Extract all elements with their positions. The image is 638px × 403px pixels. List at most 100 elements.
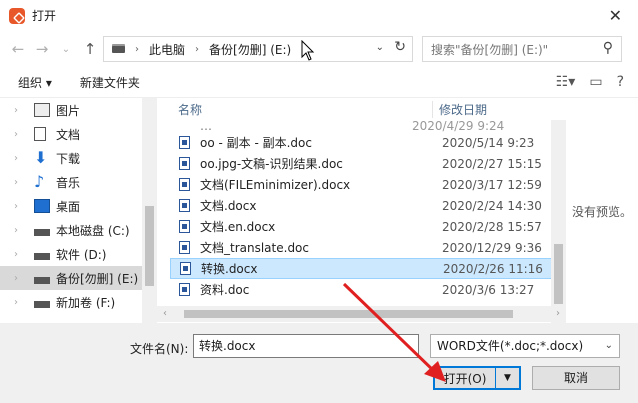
- sidebar-item-pictures[interactable]: › 图片: [0, 98, 157, 122]
- file-row[interactable]: 文档(FILEminimizer).docx 2020/3/17 12:59: [170, 174, 566, 195]
- chevron-right-icon[interactable]: ›: [14, 129, 28, 140]
- organize-button[interactable]: 组织 ▾: [18, 74, 52, 91]
- search-input[interactable]: 搜索"备份[勿删] (E:)" ⚲: [422, 36, 622, 62]
- close-icon[interactable]: ✕: [609, 6, 622, 25]
- sidebar-scrollbar[interactable]: [142, 98, 157, 323]
- word-document-icon: [179, 220, 190, 233]
- chevron-right-icon[interactable]: ›: [14, 201, 28, 212]
- drive-icon: [34, 277, 50, 284]
- preview-pane-text: 没有预览。: [572, 205, 633, 219]
- cancel-button[interactable]: 取消: [532, 366, 620, 390]
- chevron-right-icon[interactable]: ›: [14, 273, 28, 284]
- scroll-left-icon[interactable]: ‹: [163, 308, 167, 319]
- sidebar-item-label: 文档: [56, 127, 81, 142]
- file-row[interactable]: oo.jpg-文稿-识别结果.doc 2020/2/27 15:15: [170, 153, 566, 174]
- chevron-down-icon[interactable]: ⌄: [605, 335, 613, 357]
- command-bar: 组织 ▾ 新建文件夹 ☷▾ ▭ ?: [0, 68, 638, 98]
- file-list-scrollbar[interactable]: [551, 120, 566, 323]
- file-name: 文档.en.docx: [200, 220, 276, 234]
- view-options-icon[interactable]: ☷▾: [556, 74, 576, 90]
- sidebar-item-desktop[interactable]: › 桌面: [0, 194, 157, 218]
- sidebar-item-label: 图片: [56, 103, 81, 118]
- column-name-header[interactable]: 名称: [170, 101, 432, 118]
- horizontal-scrollbar[interactable]: ‹ ›: [157, 306, 566, 322]
- sidebar-item-documents[interactable]: › 文档: [0, 122, 157, 146]
- navigation-pane: › 图片 › 文档 › ⬇ 下载 › ♪ 音乐 › 桌面 › 本地磁盘 (C:)…: [0, 98, 157, 323]
- forward-arrow-icon[interactable]: →: [30, 40, 54, 58]
- scrollbar-thumb[interactable]: [145, 206, 154, 286]
- drive-icon: [34, 229, 50, 236]
- music-icon: ♪: [34, 172, 45, 191]
- file-row[interactable]: 文档_translate.doc 2020/12/29 9:36: [170, 237, 566, 258]
- sidebar-item-drive-d[interactable]: › 软件 (D:): [0, 242, 157, 266]
- chevron-right-icon[interactable]: ›: [14, 105, 28, 116]
- help-icon[interactable]: ?: [617, 74, 624, 90]
- filename-input[interactable]: 转换.docx: [193, 334, 419, 358]
- file-name: oo.jpg-文稿-识别结果.doc: [200, 157, 343, 171]
- file-date: 2020/2/26 11:16: [443, 261, 543, 276]
- word-document-icon: [179, 157, 190, 170]
- word-document-icon: [179, 199, 190, 212]
- sidebar-item-label: 新加卷 (F:): [56, 295, 116, 310]
- file-name: 资料.doc: [200, 283, 250, 297]
- new-folder-button[interactable]: 新建文件夹: [80, 74, 140, 91]
- file-date: 2020/12/29 9:36: [442, 240, 542, 255]
- sidebar-item-music[interactable]: › ♪ 音乐: [0, 170, 157, 194]
- open-button-label: 打开(O): [443, 371, 487, 386]
- file-name: 转换.docx: [201, 262, 258, 276]
- file-name: 文档_translate.doc: [200, 241, 309, 255]
- file-row[interactable]: … 2020/4/29 9:24: [170, 120, 566, 132]
- sidebar-item-downloads[interactable]: › ⬇ 下载: [0, 146, 157, 170]
- file-name: …: [200, 120, 212, 132]
- chevron-right-icon[interactable]: ›: [14, 249, 28, 260]
- breadcrumb-this-pc[interactable]: 此电脑: [149, 41, 185, 58]
- back-arrow-icon[interactable]: ←: [6, 40, 30, 58]
- drive-icon: [34, 301, 50, 308]
- address-bar[interactable]: › 此电脑 › 备份[勿删] (E:) › ⌄ ↻: [103, 36, 413, 62]
- chevron-down-icon[interactable]: ⌄: [376, 42, 384, 53]
- open-button[interactable]: 打开(O) ▼: [433, 366, 521, 390]
- recent-locations-icon[interactable]: ⌄: [54, 44, 78, 55]
- sidebar-item-drive-f[interactable]: › 新加卷 (F:): [0, 290, 157, 314]
- file-row[interactable]: 资料.doc 2020/3/6 13:27: [170, 279, 566, 300]
- up-arrow-icon[interactable]: ↑: [78, 40, 102, 58]
- file-date: 2020/3/6 13:27: [442, 282, 535, 297]
- chevron-right-icon[interactable]: ›: [14, 177, 28, 188]
- filetype-select[interactable]: WORD文件(*.doc;*.docx) ⌄: [430, 334, 620, 358]
- downloads-icon: ⬇: [34, 148, 48, 167]
- sidebar-item-drive-e[interactable]: › 备份[勿删] (E:): [0, 266, 157, 290]
- refresh-icon[interactable]: ↻: [394, 39, 406, 55]
- file-date: 2020/4/29 9:24: [412, 120, 505, 132]
- breadcrumb-drive-e[interactable]: 备份[勿删] (E:): [209, 41, 291, 58]
- file-name: oo - 副本 - 副本.doc: [200, 136, 312, 150]
- scrollbar-thumb[interactable]: [184, 310, 513, 318]
- sidebar-item-label: 软件 (D:): [56, 247, 107, 262]
- file-name: 文档(FILEminimizer).docx: [200, 178, 351, 192]
- drive-icon: [34, 253, 50, 260]
- scroll-right-icon[interactable]: ›: [556, 308, 560, 319]
- breadcrumb-separator: ›: [301, 43, 306, 55]
- column-date-header[interactable]: 修改日期: [432, 100, 487, 118]
- file-row-selected[interactable]: 转换.docx 2020/2/26 11:16: [170, 258, 566, 279]
- preview-pane-icon[interactable]: ▭: [589, 74, 602, 90]
- filetype-value: WORD文件(*.doc;*.docx): [437, 339, 584, 353]
- chevron-right-icon[interactable]: ›: [14, 297, 28, 308]
- pictures-icon: [34, 103, 50, 117]
- open-options-dropdown-icon[interactable]: ▼: [495, 368, 519, 388]
- file-row[interactable]: 文档.en.docx 2020/2/28 15:57: [170, 216, 566, 237]
- scrollbar-thumb[interactable]: [554, 244, 563, 304]
- search-icon[interactable]: ⚲: [603, 40, 613, 56]
- file-row[interactable]: oo - 副本 - 副本.doc 2020/5/14 9:23: [170, 132, 566, 153]
- search-placeholder: 搜索"备份[勿删] (E:)": [431, 42, 549, 57]
- file-date: 2020/2/27 15:15: [442, 156, 542, 171]
- word-document-icon: [180, 262, 191, 275]
- word-document-icon: [179, 241, 190, 254]
- sidebar-item-label: 下载: [56, 151, 81, 166]
- navigation-bar: ← → ⌄ ↑ › 此电脑 › 备份[勿删] (E:) › ⌄ ↻ 搜索"备份[…: [0, 31, 638, 67]
- word-document-icon: [179, 136, 190, 149]
- documents-icon: [34, 127, 46, 141]
- chevron-right-icon[interactable]: ›: [14, 153, 28, 164]
- chevron-right-icon[interactable]: ›: [14, 225, 28, 236]
- file-row[interactable]: 文档.docx 2020/2/24 14:30: [170, 195, 566, 216]
- sidebar-item-drive-c[interactable]: › 本地磁盘 (C:): [0, 218, 157, 242]
